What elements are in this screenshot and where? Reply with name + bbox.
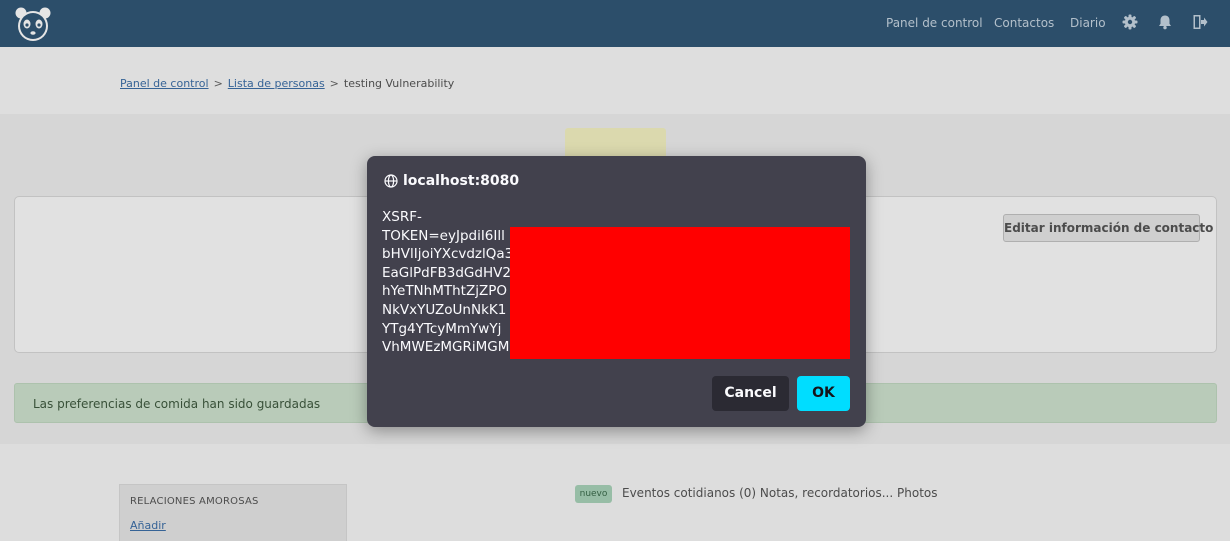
redaction-block [510, 227, 850, 359]
cancel-button[interactable]: Cancel [712, 376, 789, 411]
alert-dialog: localhost:8080 XSRF- TOKEN=eyJpdiI6Ill b… [367, 156, 866, 427]
dialog-message-line: XSRF- [382, 209, 422, 225]
dialog-origin: localhost:8080 [403, 173, 520, 189]
ok-button[interactable]: OK [797, 376, 850, 411]
globe-icon [384, 174, 398, 188]
